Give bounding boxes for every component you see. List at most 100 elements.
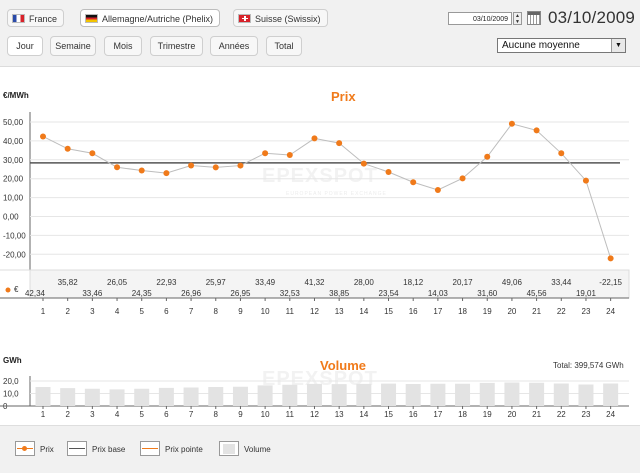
price-x-tick-label: 13 xyxy=(335,307,344,316)
price-point xyxy=(262,150,269,157)
price-value-label: 24,35 xyxy=(132,289,153,298)
price-y-tick-label: 40,00 xyxy=(3,137,24,146)
volume-bar xyxy=(183,387,199,406)
price-value-label: 28,00 xyxy=(354,278,375,287)
legend-prix-pointe-swatch xyxy=(140,441,160,456)
average-select-value: Aucune moyenne xyxy=(502,40,580,51)
price-x-tick-label: 21 xyxy=(532,307,541,316)
price-point xyxy=(237,162,244,169)
calendar-icon[interactable] xyxy=(527,11,541,25)
tab-semaine[interactable]: Semaine xyxy=(50,36,96,56)
price-value-label: 23,54 xyxy=(379,289,400,298)
price-y-tick-label: 30,00 xyxy=(3,156,24,165)
price-y-tick-label: 10,00 xyxy=(3,194,24,203)
price-x-tick-label: 16 xyxy=(409,307,418,316)
volume-x-tick-label: 4 xyxy=(115,410,120,419)
price-x-tick-label: 17 xyxy=(433,307,442,316)
market-tab-label: Suisse (Swissix) xyxy=(255,14,321,24)
price-x-tick-label: 14 xyxy=(359,307,368,316)
volume-bar xyxy=(405,384,421,406)
date-spinner[interactable]: ▲ ▼ xyxy=(513,12,522,25)
price-point xyxy=(434,186,441,193)
price-x-tick-label: 22 xyxy=(557,307,566,316)
price-legend-marker xyxy=(5,287,11,293)
price-x-tick-label: 5 xyxy=(139,307,144,316)
flag-germany-icon xyxy=(85,14,98,23)
volume-bar xyxy=(455,383,471,406)
price-point xyxy=(508,120,515,127)
price-x-tick-label: 24 xyxy=(606,307,615,316)
price-x-tick-label: 10 xyxy=(261,307,270,316)
volume-bar xyxy=(430,383,446,406)
volume-x-tick-label: 12 xyxy=(310,410,319,419)
tab-jour[interactable]: Jour xyxy=(7,36,43,56)
tab-total[interactable]: Total xyxy=(266,36,302,56)
volume-x-tick-label: 22 xyxy=(557,410,566,419)
volume-bar xyxy=(578,384,594,406)
tab-trimestre[interactable]: Trimestre xyxy=(150,36,203,56)
price-x-tick-label: 15 xyxy=(384,307,393,316)
tab-annees[interactable]: Années xyxy=(210,36,258,56)
volume-bar xyxy=(356,383,372,406)
tab-mois[interactable]: Mois xyxy=(104,36,142,56)
price-value-label: 38,85 xyxy=(329,289,350,298)
price-point xyxy=(188,162,195,169)
flag-france-icon xyxy=(12,14,25,23)
price-value-label: 45,56 xyxy=(527,289,548,298)
volume-x-tick-label: 2 xyxy=(65,410,70,419)
volume-bar xyxy=(35,387,51,406)
price-value-label: 22,93 xyxy=(156,278,177,287)
price-value-label: 14,03 xyxy=(428,289,449,298)
market-tab-france[interactable]: France xyxy=(7,9,65,27)
price-x-tick-label: 6 xyxy=(164,307,169,316)
price-x-tick-label: 2 xyxy=(65,307,70,316)
market-tab-germany-austria[interactable]: Allemagne/Autriche (Phelix) xyxy=(80,9,221,27)
price-point xyxy=(360,160,367,167)
price-series-line xyxy=(42,123,612,259)
volume-x-tick-label: 13 xyxy=(335,410,344,419)
price-x-tick-label: 12 xyxy=(310,307,319,316)
price-point xyxy=(286,152,293,159)
price-x-tick-label: 1 xyxy=(41,307,46,316)
price-legend-symbol: € xyxy=(14,285,19,294)
volume-unit-label: GWh xyxy=(3,356,22,365)
chevron-down-icon[interactable]: ▼ xyxy=(611,39,625,52)
volume-x-tick-label: 18 xyxy=(458,410,467,419)
price-value-label: 26,05 xyxy=(107,278,128,287)
average-select[interactable]: Aucune moyenne ▼ xyxy=(497,38,626,53)
market-tab-label: Allemagne/Autriche (Phelix) xyxy=(102,14,214,24)
volume-bar xyxy=(208,387,224,406)
price-value-label: 18,12 xyxy=(403,278,424,287)
price-y-tick-label: -10,00 xyxy=(3,231,26,240)
volume-x-tick-label: 17 xyxy=(433,410,442,419)
date-input[interactable]: 03/10/2009 xyxy=(448,12,512,25)
price-point xyxy=(64,145,71,152)
volume-bar xyxy=(479,382,495,406)
legend-prix-swatch xyxy=(15,441,35,456)
price-chart: 50,00 40,00 30,00 20,00 10,00 0,00 -10,00 -20,0… xyxy=(0,112,630,316)
volume-y-tick-label: 10,0 xyxy=(3,390,19,399)
price-x-tick-label: 3 xyxy=(90,307,95,316)
price-x-tick-label: 9 xyxy=(238,307,243,316)
volume-x-tick-label: 5 xyxy=(139,410,144,419)
price-value-label: 19,01 xyxy=(576,289,597,298)
price-value-label: 33,44 xyxy=(551,278,572,287)
legend-volume-swatch xyxy=(219,441,239,456)
volume-bar xyxy=(529,382,545,406)
price-point xyxy=(558,150,565,157)
legend-prix-label: Prix xyxy=(40,445,54,454)
volume-x-tick-label: 20 xyxy=(507,410,516,419)
price-point xyxy=(40,133,46,140)
volume-bar xyxy=(504,382,520,406)
volume-bar xyxy=(306,383,322,406)
price-point xyxy=(89,150,96,157)
price-x-tick-label: 20 xyxy=(507,307,516,316)
legend-prix-base-swatch xyxy=(67,441,87,456)
volume-x-tick-label: 24 xyxy=(606,410,615,419)
market-tab-switzerland[interactable]: Suisse (Swissix) xyxy=(233,9,328,27)
volume-x-tick-label: 10 xyxy=(261,410,270,419)
volume-x-tick-label: 21 xyxy=(532,410,541,419)
price-point xyxy=(459,175,466,182)
price-point xyxy=(212,164,219,171)
price-value-label: 26,96 xyxy=(181,289,202,298)
